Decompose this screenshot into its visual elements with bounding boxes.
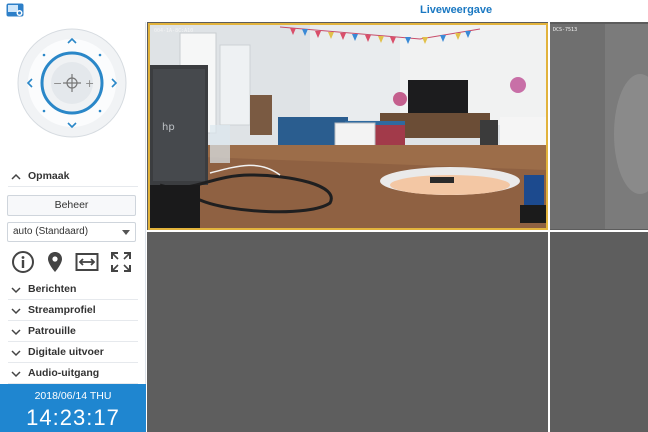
section-label: Streamprofiel (28, 304, 96, 316)
camera-feed-secondary[interactable]: DCS-7513 (550, 24, 648, 229)
empty-camera-slot[interactable] (147, 232, 548, 432)
camera-image-secondary (550, 24, 648, 229)
section-label: Audio-uitgang (28, 367, 100, 379)
chevron-up-icon (11, 173, 21, 180)
clock-time: 14:23:17 (26, 405, 120, 430)
camera-osd-secondary: DCS-7513 (553, 27, 578, 33)
chevron-down-icon (11, 329, 21, 336)
grid-divider (548, 22, 550, 432)
top-bar: Liveweergave (0, 0, 648, 22)
section-opmaak[interactable]: Opmaak (8, 166, 138, 187)
grid-divider (147, 230, 648, 232)
chevron-down-icon (11, 287, 21, 294)
info-icon[interactable] (11, 250, 35, 274)
section-opmaak-label: Opmaak (28, 170, 70, 182)
chevron-down-icon (11, 350, 21, 357)
section-digitale-uitvoer[interactable]: Digitale uitvoer (8, 342, 138, 363)
fullscreen-icon[interactable] (109, 250, 133, 274)
fit-width-icon[interactable] (75, 250, 99, 274)
sidebar: − + Opmaak Beheer auto (Standaard) Beric… (0, 22, 146, 432)
chevron-down-icon (122, 230, 130, 235)
empty-camera-slot[interactable] (550, 232, 648, 432)
camera-feed-main[interactable]: hp 004-1A-8C:A10 (148, 23, 548, 230)
location-pin-icon[interactable] (43, 250, 67, 274)
section-label: Patrouille (28, 325, 76, 337)
section-label: Berichten (28, 283, 77, 295)
chevron-down-icon (11, 371, 21, 378)
section-berichten[interactable]: Berichten (8, 279, 138, 300)
page-title: Liveweergave (420, 4, 493, 16)
layout-select[interactable]: auto (Standaard) (7, 222, 136, 242)
ptz-control-icon[interactable]: − + (17, 28, 127, 138)
clock-date: 2018/06/14 THU (34, 390, 112, 402)
svg-text:+: + (85, 77, 94, 90)
section-streamprofiel[interactable]: Streamprofiel (8, 300, 138, 321)
video-grid: hp 004-1A-8C:A10 DCS-7513 (147, 22, 648, 432)
clock-panel: 2018/06/14 THU 14:23:17 (0, 384, 146, 432)
layout-select-value: auto (Standaard) (13, 226, 89, 237)
chevron-down-icon (11, 308, 21, 315)
surveillance-camera-icon[interactable] (6, 3, 24, 17)
toolbar (9, 250, 137, 274)
section-audio-uitgang[interactable]: Audio-uitgang (8, 363, 138, 384)
svg-text:hp: hp (162, 122, 175, 133)
camera-osd-main: 004-1A-8C:A10 (154, 28, 194, 34)
svg-text:−: − (53, 77, 62, 90)
section-patrouille[interactable]: Patrouille (8, 321, 138, 342)
section-label: Digitale uitvoer (28, 346, 104, 358)
beheer-button[interactable]: Beheer (7, 195, 136, 216)
camera-image: hp (150, 25, 546, 228)
